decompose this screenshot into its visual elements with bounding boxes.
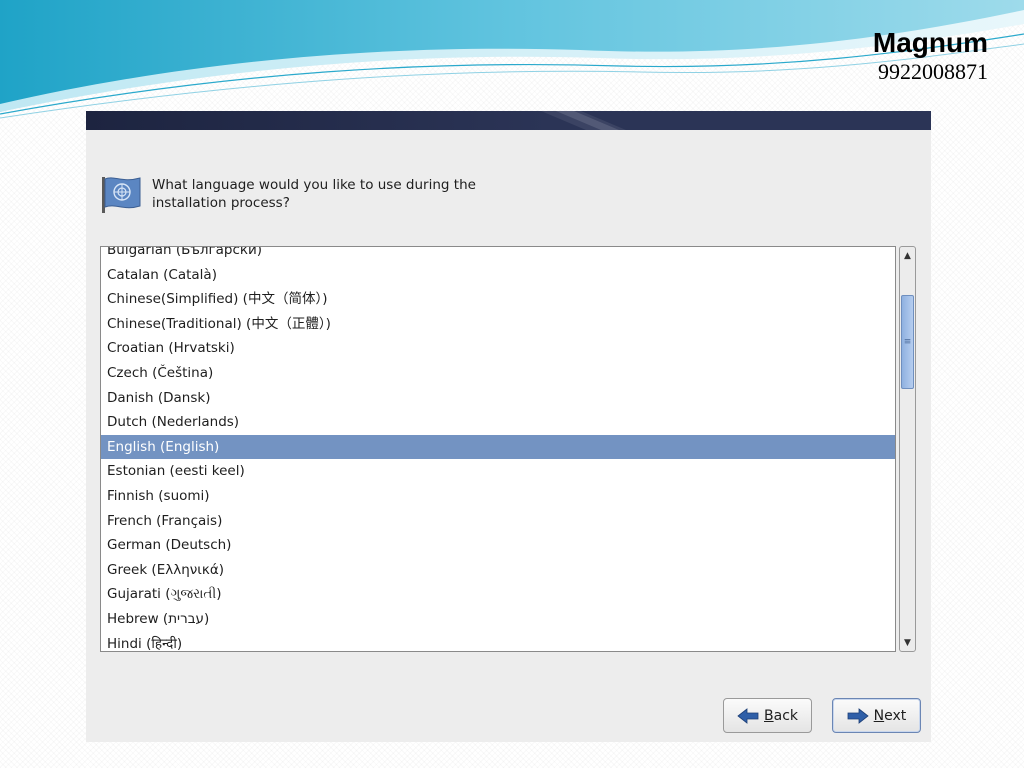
language-option[interactable]: Chinese(Traditional) (中文（正體）) <box>101 312 895 337</box>
language-option[interactable]: Greek (Ελληνικά) <box>101 558 895 583</box>
language-option[interactable]: Hebrew (עברית) <box>101 607 895 632</box>
language-option[interactable]: Dutch (Nederlands) <box>101 410 895 435</box>
language-option[interactable]: Chinese(Simplified) (中文（简体）) <box>101 287 895 312</box>
language-option[interactable]: French (Français) <box>101 509 895 534</box>
installer-banner <box>86 111 931 130</box>
installer-window: What language would you like to use duri… <box>86 111 931 742</box>
language-list-scrollbar[interactable]: ▲ ≡ ▼ <box>899 246 916 652</box>
brand-name: Magnum <box>872 27 988 58</box>
scrollbar-thumb[interactable]: ≡ <box>901 295 914 389</box>
language-option[interactable]: Finnish (suomi) <box>101 484 895 509</box>
language-option[interactable]: Estonian (eesti keel) <box>101 459 895 484</box>
language-option[interactable]: Bulgarian (Български) <box>101 247 895 263</box>
back-button[interactable]: Back <box>723 698 812 733</box>
next-button[interactable]: Next <box>832 698 921 733</box>
next-button-label: Next <box>873 707 907 724</box>
scroll-up-arrow-icon[interactable]: ▲ <box>900 248 915 263</box>
brand-phone: 9922008871 <box>878 59 988 84</box>
language-option[interactable]: German (Deutsch) <box>101 533 895 558</box>
language-question: What language would you like to use duri… <box>152 177 476 211</box>
language-list-items: Bulgarian (Български) Catalan (Català) Chi… <box>101 247 895 652</box>
arrow-right-icon <box>847 707 869 724</box>
language-option[interactable]: Gujarati (ગુજરાતી) <box>101 582 895 607</box>
language-option[interactable]: Czech (Čeština) <box>101 361 895 386</box>
language-option[interactable]: Catalan (Català) <box>101 263 895 288</box>
language-option[interactable]: English (English) <box>101 434 895 460</box>
scroll-down-arrow-icon[interactable]: ▼ <box>900 635 915 650</box>
back-button-label: Back <box>764 707 798 724</box>
language-option[interactable]: Hindi (हिन्दी) <box>101 632 895 652</box>
language-option[interactable]: Croatian (Hrvatski) <box>101 336 895 361</box>
banner-streak <box>541 111 626 130</box>
arrow-left-icon <box>737 707 759 724</box>
language-flag-icon <box>102 177 141 213</box>
language-option[interactable]: Danish (Dansk) <box>101 386 895 411</box>
brand-block: Magnum 9922008871 <box>873 26 988 84</box>
language-list[interactable]: Bulgarian (Български) Catalan (Català) Chi… <box>100 246 896 652</box>
